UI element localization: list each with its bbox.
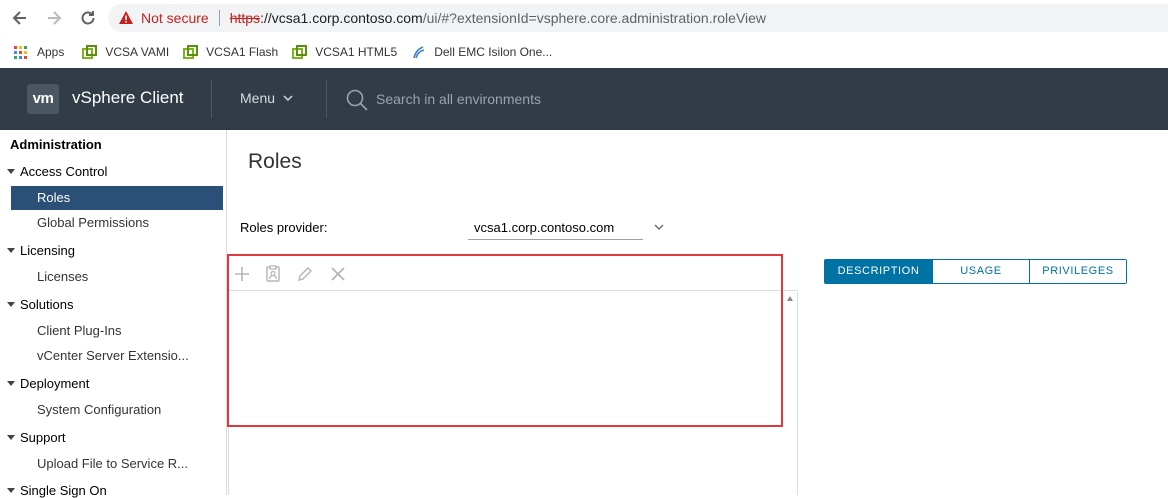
bookmarks-bar: Apps VCSA VAMI VCSA1 Flash VCSA1 HTML5 D… — [0, 36, 1168, 68]
scroll-up-icon[interactable] — [787, 296, 793, 301]
bookmark-vcsa1-html5[interactable]: VCSA1 HTML5 — [292, 44, 398, 60]
sidebar-item-licenses[interactable]: Licenses — [11, 265, 223, 289]
vmware-bookmark-icon — [82, 44, 98, 59]
sidebar-section-deployment[interactable]: Deployment — [7, 376, 89, 391]
section-label: Single Sign On — [20, 483, 107, 498]
tab-privileges[interactable]: PRIVILEGES — [1030, 260, 1126, 283]
bookmark-label: VCSA1 Flash — [206, 45, 279, 59]
sidebar-item-global-permissions[interactable]: Global Permissions — [11, 211, 223, 235]
tab-description[interactable]: DESCRIPTION — [825, 260, 933, 283]
vmware-bookmark-icon — [292, 44, 308, 59]
url-separator — [218, 10, 220, 26]
sidebar-title: Administration — [10, 137, 102, 152]
apps-grid-icon — [14, 45, 27, 59]
browser-address-bar: Not secure https://vcsa1.corp.contoso.co… — [0, 0, 1168, 36]
section-label: Deployment — [20, 376, 90, 391]
roles-provider-label: Roles provider: — [240, 220, 328, 235]
url-protocol: https — [229, 10, 261, 26]
bookmark-label: VCSA1 HTML5 — [315, 45, 398, 59]
vsphere-header: vm vSphere Client Menu — [0, 68, 1168, 130]
vmware-logo[interactable]: vm — [27, 84, 59, 114]
sidebar-item-system-configuration[interactable]: System Configuration — [11, 398, 223, 422]
red-highlight-box — [227, 254, 783, 427]
reload-icon[interactable] — [78, 8, 98, 28]
caret-down-icon — [7, 248, 15, 253]
tab-usage[interactable]: USAGE — [933, 260, 1030, 283]
vmware-bookmark-icon — [183, 44, 199, 59]
chevron-down-icon[interactable] — [654, 222, 664, 232]
section-label: Solutions — [20, 297, 74, 312]
url-path: /ui/#?extensionId=vsphere.core.administr… — [422, 10, 767, 26]
section-label: Access Control — [20, 164, 108, 179]
caret-down-icon — [7, 302, 15, 307]
not-secure-label[interactable]: Not secure — [141, 10, 209, 26]
caret-down-icon — [7, 488, 15, 493]
bookmark-label: Dell EMC Isilon One... — [434, 45, 553, 59]
bookmark-label: VCSA VAMI — [105, 45, 170, 59]
caret-down-icon — [7, 435, 15, 440]
search-input[interactable] — [376, 89, 676, 109]
details-tabs: DESCRIPTION USAGE PRIVILEGES — [824, 259, 1127, 284]
sidebar-section-licensing[interactable]: Licensing — [7, 243, 75, 258]
section-label: Support — [20, 430, 66, 445]
sidebar-section-support[interactable]: Support — [7, 430, 66, 445]
section-label: Licensing — [20, 243, 75, 258]
forward-arrow-icon[interactable] — [44, 8, 64, 28]
sidebar-item-roles[interactable]: Roles — [11, 186, 223, 210]
page-title: Roles — [248, 150, 302, 173]
sidebar-section-solutions[interactable]: Solutions — [7, 297, 73, 312]
bookmark-vcsa1-flash[interactable]: VCSA1 Flash — [183, 44, 279, 60]
sidebar-item-upload-file[interactable]: Upload File to Service R... — [11, 452, 223, 476]
warning-triangle-icon — [118, 10, 134, 26]
isilon-bookmark-icon — [413, 45, 425, 58]
header-divider — [326, 80, 327, 118]
chevron-down-icon — [283, 95, 293, 102]
main-content: Roles Roles provider: vcsa1.corp.contoso… — [227, 130, 1168, 495]
sidebar-section-access-control[interactable]: Access Control — [7, 164, 107, 179]
app-title[interactable]: vSphere Client — [72, 88, 184, 108]
search-icon — [346, 89, 368, 111]
url-bar[interactable]: Not secure https://vcsa1.corp.contoso.co… — [108, 4, 1168, 32]
bookmark-vcsa-vami[interactable]: VCSA VAMI — [82, 44, 170, 60]
sidebar-item-vcenter-server-extensions[interactable]: vCenter Server Extensio... — [11, 344, 223, 368]
sidebar-item-client-plug-ins[interactable]: Client Plug-Ins — [11, 319, 223, 343]
sidebar: Administration Access Control Roles Glob… — [0, 130, 227, 498]
menu-label: Menu — [240, 90, 276, 106]
url-host: ://vcsa1.corp.contoso.com — [260, 10, 423, 26]
back-arrow-icon[interactable] — [10, 8, 30, 28]
roles-provider-select[interactable]: vcsa1.corp.contoso.com — [468, 216, 643, 240]
bookmark-label: Apps — [37, 45, 65, 59]
menu-button[interactable]: Menu — [240, 90, 293, 106]
header-divider — [211, 80, 212, 118]
caret-down-icon — [7, 169, 15, 174]
bookmark-apps[interactable]: Apps — [14, 45, 64, 59]
bookmark-dell-emc-isilon[interactable]: Dell EMC Isilon One... — [411, 45, 552, 60]
caret-down-icon — [7, 381, 15, 386]
sidebar-section-single-sign-on[interactable]: Single Sign On — [7, 483, 107, 498]
